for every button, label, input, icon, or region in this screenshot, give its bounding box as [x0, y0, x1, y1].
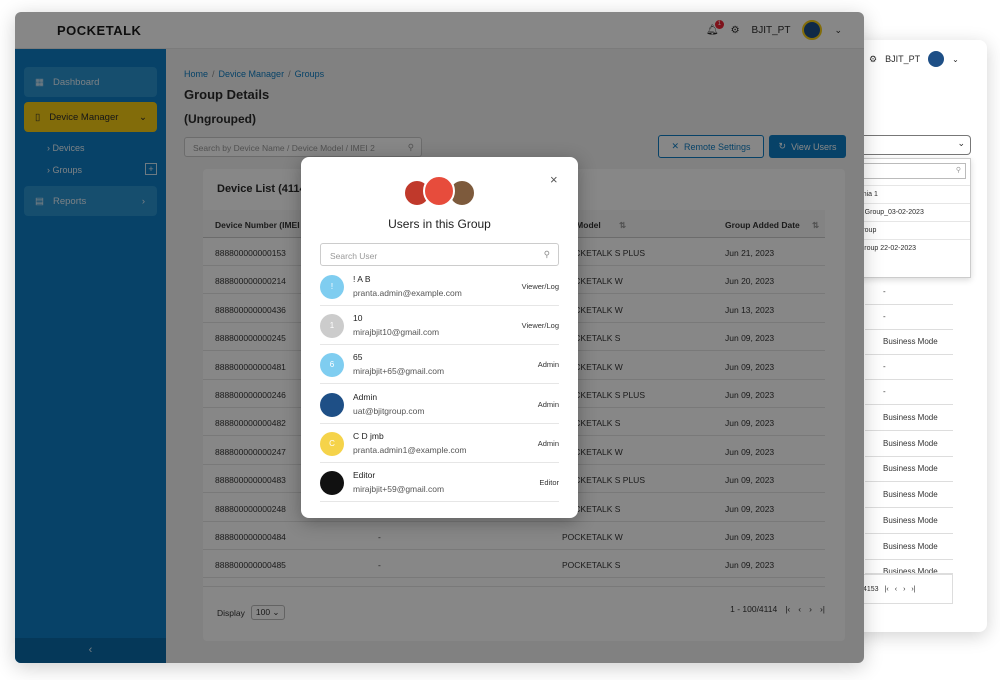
mode-cell: -: [865, 280, 953, 305]
mode-cell: -: [865, 380, 953, 405]
chevron-down-icon[interactable]: ⌄: [952, 55, 959, 64]
user-role: Admin: [537, 360, 559, 370]
user-search-input[interactable]: Search User ⚲: [320, 243, 559, 266]
user-row[interactable]: Admin uat@bjitgroup.com Admin: [320, 385, 559, 424]
modal-title: Users in this Group: [388, 217, 491, 231]
avatar: 1: [320, 314, 344, 339]
user-name: C D jmb: [353, 430, 384, 441]
pagination: 4153 |‹ ‹ › ›|: [857, 574, 953, 604]
avatar[interactable]: [928, 51, 945, 67]
user-row[interactable]: Editor mirajbjit+59@gmail.com Editor: [320, 463, 559, 502]
avatar: [320, 392, 344, 417]
mode-cell: Business Mode: [865, 483, 953, 508]
first-page-icon[interactable]: |‹: [885, 586, 889, 593]
user-name: ! A B: [353, 274, 371, 284]
user-name: Admin: [353, 391, 378, 402]
search-icon: ⚲: [955, 167, 961, 174]
avatar: [423, 175, 455, 207]
avatar: [320, 471, 344, 495]
gear-icon[interactable]: ⚙: [869, 54, 877, 65]
user-name: 10: [353, 313, 363, 324]
user-email: mirajbjit10@gmail.com: [353, 327, 440, 338]
mode-cell: -: [865, 355, 953, 380]
user-role: Admin: [537, 399, 559, 409]
mode-cell: -: [865, 305, 953, 330]
avatar: !: [320, 275, 344, 299]
avatar: C: [320, 431, 344, 456]
user-row[interactable]: ! ! A B pranta.admin@example.com Viewer/Log: [320, 267, 559, 306]
chevron-down-icon: ⌄: [957, 138, 965, 148]
users-modal: × Users in this Group Search User ⚲ ! ! A …: [301, 157, 578, 518]
user-email: mirajbjit+59@gmail.com: [353, 484, 445, 494]
avatar: 6: [320, 353, 344, 378]
mode-cell: Business Mode: [865, 509, 953, 534]
user-email: mirajbjit+65@gmail.com: [353, 366, 445, 377]
user-email: uat@bjitgroup.com: [353, 405, 425, 416]
user-email: pranta.admin@example.com: [353, 288, 462, 298]
prev-page-icon[interactable]: ‹: [895, 586, 897, 593]
user-role: Admin: [537, 438, 559, 448]
user-email: pranta.admin1@example.com: [353, 444, 467, 455]
user-row[interactable]: 6 65 mirajbjit+65@gmail.com Admin: [320, 345, 559, 385]
close-icon[interactable]: ×: [550, 172, 558, 187]
user-role: Editor: [539, 478, 559, 487]
mode-cell: Business Mode: [865, 330, 953, 355]
mode-cell: Business Mode: [865, 406, 953, 431]
user-name: Editor: [353, 470, 376, 480]
user-row[interactable]: 1 10 mirajbjit10@gmail.com Viewer/Log: [320, 306, 559, 346]
user-row[interactable]: C C D jmb pranta.admin1@example.com Admin: [320, 424, 559, 463]
user-name: 65: [353, 352, 363, 363]
mode-cell: Business Mode: [865, 457, 953, 482]
username: BJIT_PT: [885, 54, 921, 64]
user-role: Viewer/Log: [521, 321, 559, 331]
background-window: ⚙ BJIT_PT ⌄ ⌄ rch⚲ ifornia 1 ate Group_0…: [845, 40, 987, 632]
mode-cell: Business Mode: [865, 535, 953, 560]
last-page-icon[interactable]: ›|: [911, 586, 915, 593]
mode-cell: Business Mode: [865, 560, 953, 574]
mode-cell: Business Mode: [865, 432, 953, 457]
search-icon: ⚲: [543, 249, 550, 259]
next-page-icon[interactable]: ›: [903, 586, 905, 593]
user-role: Viewer/Log: [521, 282, 559, 291]
